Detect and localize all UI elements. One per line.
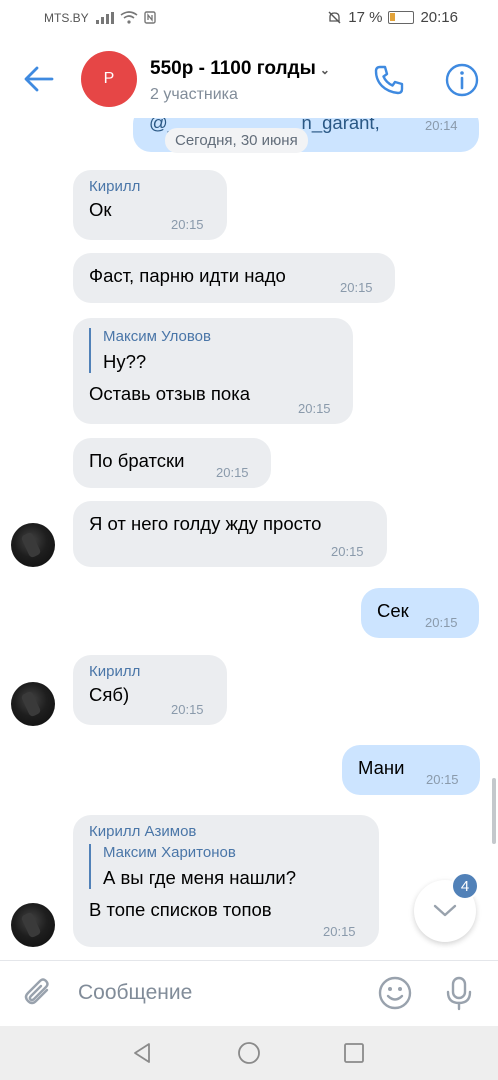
chat-members-count: 2 участника	[150, 86, 238, 103]
avatar[interactable]	[11, 903, 55, 947]
message-text: В топе списков топов	[89, 899, 272, 920]
message-time: 20:15	[216, 465, 249, 480]
message-time: 20:15	[323, 924, 356, 939]
unread-count-badge: 4	[451, 872, 479, 900]
chat-title[interactable]: 550р - 1100 голды ⌄	[150, 58, 330, 80]
chat-header: Р 550р - 1100 голды ⌄ 2 участника	[0, 38, 498, 120]
message-author[interactable]: Кирилл	[89, 663, 211, 680]
carrier-label: MTS.BY	[44, 11, 89, 25]
message-time: 20:15	[171, 702, 204, 717]
chevron-down-icon: ⌄	[319, 63, 330, 77]
signal-indicators	[96, 11, 156, 24]
nav-home-icon[interactable]	[237, 1041, 261, 1065]
chevron-down-icon	[433, 904, 457, 917]
paperclip-icon[interactable]	[20, 975, 56, 1011]
reply-quote[interactable]: Максим Харитонов А вы где меня нашли?	[89, 844, 363, 889]
battery-icon	[388, 11, 415, 24]
message-list[interactable]: @_____________n_garant, 20:14 Сегодня, 3…	[0, 118, 498, 960]
nfc-icon	[144, 11, 156, 24]
message-composer	[0, 960, 498, 1026]
wifi-icon	[120, 11, 138, 24]
clock: 20:16	[420, 9, 458, 26]
scrollbar[interactable]	[492, 778, 496, 844]
message-bubble[interactable]: Фаст, парню идти надо 20:15	[73, 253, 395, 303]
mute-icon	[328, 11, 341, 24]
message-text: Фаст, парню идти надо	[89, 265, 286, 286]
status-bar: MTS.BY 17 % 20:16	[0, 0, 498, 38]
nav-back-icon[interactable]	[131, 1042, 153, 1064]
reply-text: А вы где меня нашли?	[103, 867, 297, 888]
message-time: 20:15	[425, 615, 458, 630]
chat-avatar-letter: Р	[103, 70, 115, 87]
reply-author: Максим Уловов	[103, 328, 211, 345]
message-bubble-outgoing[interactable]: Мани 20:15	[342, 745, 480, 795]
chat-avatar[interactable]: Р	[81, 51, 137, 107]
back-arrow-icon[interactable]	[22, 64, 56, 94]
message-time: 20:15	[340, 280, 373, 295]
microphone-icon[interactable]	[443, 975, 475, 1011]
emoji-icon[interactable]	[377, 975, 413, 1011]
message-bubble-outgoing[interactable]: Сек 20:15	[361, 588, 479, 638]
message-time: 20:15	[171, 217, 204, 232]
signal-icon	[96, 12, 114, 24]
message-bubble[interactable]: Кирилл Азимов Максим Харитонов А вы где …	[73, 815, 379, 947]
message-time: 20:15	[331, 544, 364, 559]
message-time: 20:15	[426, 772, 459, 787]
phone-icon[interactable]	[371, 62, 407, 98]
date-divider: Сегодня, 30 июня	[165, 128, 308, 153]
battery-percent: 17 %	[348, 9, 383, 26]
avatar[interactable]	[11, 682, 55, 726]
message-time: 20:15	[298, 401, 331, 416]
message-bubble[interactable]: Кирилл Сяб) 20:15	[73, 655, 227, 725]
nav-recents-icon[interactable]	[343, 1042, 365, 1064]
info-icon[interactable]	[444, 62, 480, 98]
system-nav-bar	[0, 1026, 498, 1080]
message-author[interactable]: Кирилл Азимов	[89, 823, 363, 840]
reply-text: Ну??	[103, 351, 147, 372]
message-bubble[interactable]: Кирилл Ок 20:15	[73, 170, 227, 240]
message-author[interactable]: Кирилл	[89, 178, 211, 195]
message-bubble[interactable]: По братски 20:15	[73, 438, 271, 488]
status-right: 17 % 20:16	[327, 9, 458, 26]
reply-author: Максим Харитонов	[103, 844, 236, 861]
message-bubble[interactable]: Максим Уловов Ну?? Оставь отзыв пока 20:…	[73, 318, 353, 424]
message-input[interactable]	[78, 975, 358, 1011]
avatar[interactable]	[11, 523, 55, 567]
message-text: Я от него голду жду просто	[89, 513, 322, 534]
reply-quote[interactable]: Максим Уловов Ну??	[89, 328, 337, 373]
message-bubble[interactable]: Я от него голду жду просто 20:15	[73, 501, 387, 567]
chat-title-text: 550р - 1100 голды	[150, 58, 316, 79]
message-time: 20:14	[425, 118, 458, 133]
